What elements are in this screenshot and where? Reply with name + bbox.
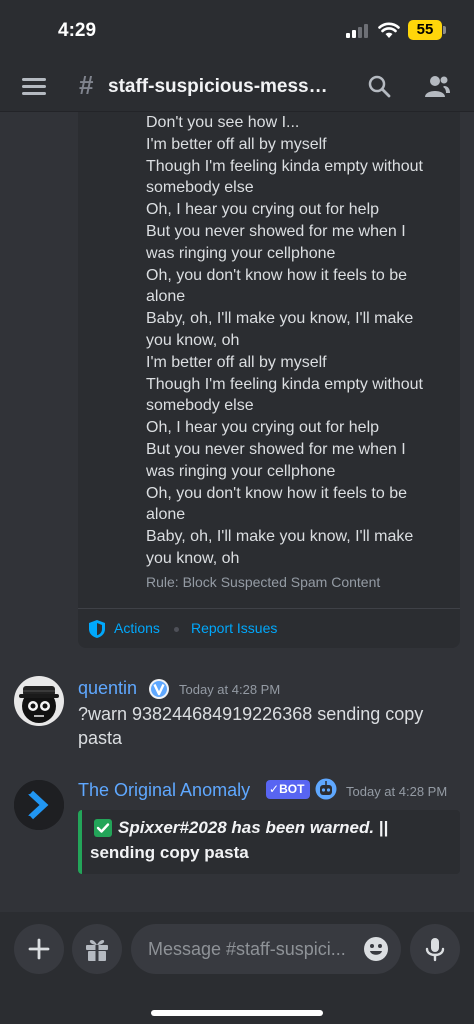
avatar-quentin[interactable] — [14, 676, 64, 726]
microphone-icon — [425, 938, 445, 962]
embed-line: Don't you see how I... — [146, 114, 300, 131]
embed-line: alone — [146, 506, 186, 524]
add-attachment-button[interactable] — [14, 924, 64, 974]
embed-line: But you never showed for me when I — [146, 440, 406, 458]
members-icon[interactable] — [423, 74, 451, 98]
channel-name[interactable]: staff-suspicious-messag... — [108, 76, 338, 98]
gift-button[interactable] — [72, 924, 122, 974]
embed-line: Oh, I hear you crying out for help — [146, 201, 380, 219]
embed-line: was ringing your cellphone — [146, 462, 336, 480]
avatar-image — [14, 676, 64, 726]
embed-line: Oh, you don't know how it feels to be — [146, 484, 407, 502]
warn-reason: sending copy pasta — [90, 843, 249, 862]
message-input[interactable] — [131, 924, 401, 974]
embed-line: Baby, oh, I'll make you know, I'll make — [146, 528, 414, 546]
status-time: 4:29 — [58, 20, 97, 41]
username-original-anomaly[interactable]: The Original Anomaly — [78, 780, 250, 801]
composer-bar — [0, 912, 474, 1024]
gift-icon — [86, 940, 108, 961]
chevron-logo-icon — [14, 780, 64, 830]
actions-link[interactable]: Actions — [114, 620, 160, 636]
shield-icon — [89, 620, 105, 638]
hamburger-menu-icon[interactable] — [22, 76, 46, 96]
channel-header: # staff-suspicious-messag... — [0, 62, 474, 112]
warn-text: Spixxer#2028 has been warned. || — [118, 818, 388, 838]
warn-separator: || — [378, 818, 389, 837]
battery-icon: 55 — [408, 20, 442, 40]
wifi-icon — [378, 22, 400, 38]
flagged-message-content: Don't you see how I... I'm better off al… — [146, 112, 446, 570]
avatar-original-anomaly[interactable] — [14, 780, 64, 830]
automod-embed: Don't you see how I... I'm better off al… — [78, 112, 460, 648]
embed-line: somebody else — [146, 397, 254, 415]
embed-line: But you never showed for me when I — [146, 222, 406, 240]
emoji-icon[interactable] — [362, 935, 390, 963]
signal-icon — [346, 24, 370, 38]
bot-badge-label: BOT — [279, 782, 305, 796]
bot-check-icon: ✓ — [269, 782, 280, 796]
message-text: ?warn 938244684919226368 sending copy pa… — [78, 702, 423, 750]
embed-line: you know, oh — [146, 549, 240, 567]
report-issues-link[interactable]: Report Issues — [191, 620, 277, 636]
embed-line: Though I'm feeling kinda empty without — [146, 375, 423, 393]
embed-line: Oh, you don't know how it feels to be — [146, 266, 407, 284]
embed-line: I'm better off all by myself — [146, 135, 327, 153]
robot-icon — [315, 778, 337, 800]
message-timestamp: Today at 4:28 PM — [179, 682, 281, 697]
message-text-line: ?warn 938244684919226368 sending copy — [78, 704, 424, 724]
warn-bold-text: Spixxer#2028 has been warned. — [118, 818, 375, 837]
check-icon — [94, 819, 112, 837]
status-bar: 4:29 55 — [0, 0, 474, 62]
embed-line: alone — [146, 288, 186, 306]
embed-line: was ringing your cellphone — [146, 244, 336, 262]
home-indicator — [151, 1010, 323, 1016]
embed-line: somebody else — [146, 179, 254, 197]
plus-icon — [28, 938, 50, 960]
bot-badge: ✓BOT — [266, 780, 310, 799]
embed-line: I'm better off all by myself — [146, 353, 327, 371]
warn-embed: Spixxer#2028 has been warned. || sending… — [78, 810, 460, 874]
embed-line: Though I'm feeling kinda empty without — [146, 157, 423, 175]
search-icon[interactable] — [367, 74, 391, 98]
embed-line: you know, oh — [146, 331, 240, 349]
embed-line: Baby, oh, I'll make you know, I'll make — [146, 310, 414, 328]
channel-hash-icon: # — [79, 70, 94, 100]
embed-line: Oh, I hear you crying out for help — [146, 419, 380, 437]
battery-nub — [443, 26, 446, 34]
embed-footer: Actions Report Issues — [78, 609, 460, 648]
automod-rule-label: Rule: Block Suspected Spam Content — [146, 574, 381, 590]
username-quentin[interactable]: quentin — [78, 678, 137, 699]
verified-icon — [149, 679, 169, 699]
voice-message-button[interactable] — [410, 924, 460, 974]
message-timestamp: Today at 4:28 PM — [346, 784, 448, 799]
message-text-line: pasta — [78, 728, 123, 748]
dot-separator — [174, 627, 179, 632]
